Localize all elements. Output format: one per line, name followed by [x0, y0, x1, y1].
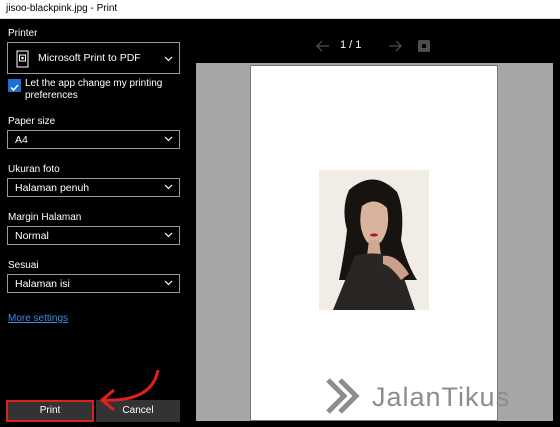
watermark-logo-icon — [326, 378, 360, 414]
printer-label: Printer — [8, 28, 38, 39]
paper-size-select[interactable]: A4 — [7, 130, 180, 149]
settings-panel: Printer Microsoft Print to PDF Let the a… — [0, 19, 188, 427]
chevron-down-icon — [164, 134, 173, 143]
arrow-right-icon[interactable] — [388, 39, 402, 52]
annotation-arrow — [99, 369, 160, 412]
fit-label: Sesuai — [8, 260, 39, 271]
photo-size-select[interactable]: Halaman penuh — [7, 178, 180, 197]
chevron-down-icon — [164, 230, 173, 239]
print-button[interactable]: Print — [6, 400, 94, 422]
watermark-text: JalanTikus — [372, 382, 511, 412]
app-change-label: Let the app change my printing preferenc… — [25, 78, 175, 102]
preview-panel: 1 / 1 — [188, 19, 560, 427]
chevron-down-icon — [164, 278, 173, 287]
window-title: jisoo-blackpink.jpg - Print — [6, 3, 118, 14]
photo-size-label: Ukuran foto — [8, 164, 60, 175]
fit-select[interactable]: Halaman isi — [7, 274, 180, 293]
page-indicator: 1 / 1 — [340, 39, 362, 51]
printer-select[interactable]: Microsoft Print to PDF — [7, 42, 180, 74]
more-settings-link[interactable]: More settings — [8, 313, 68, 324]
margin-value: Normal — [15, 230, 49, 242]
app-change-label-line1: Let the app change my printing — [25, 78, 163, 89]
margin-label: Margin Halaman — [8, 212, 82, 223]
page-preview — [250, 65, 498, 421]
arrow-left-icon[interactable] — [316, 39, 330, 52]
margin-select[interactable]: Normal — [7, 226, 180, 245]
paper-size-label: Paper size — [8, 116, 56, 127]
watermark: JalanTikus — [320, 376, 552, 416]
paper-size-value: A4 — [15, 134, 28, 146]
fit-page-icon[interactable] — [418, 39, 430, 52]
fit-value: Halaman isi — [15, 278, 70, 290]
title-bar: jisoo-blackpink.jpg - Print — [0, 0, 560, 19]
checkbox-checked-icon — [10, 84, 19, 92]
printer-value: Microsoft Print to PDF — [38, 52, 141, 64]
app-change-label-line2: preferences — [25, 90, 78, 101]
chevron-down-icon — [164, 182, 173, 191]
preview-area — [196, 63, 553, 421]
photo-preview — [319, 170, 429, 310]
preview-navigation: 1 / 1 — [188, 37, 560, 55]
photo-size-value: Halaman penuh — [15, 182, 90, 194]
chevron-down-icon — [164, 54, 173, 63]
printer-icon — [14, 50, 31, 68]
app-change-checkbox[interactable] — [8, 79, 21, 92]
